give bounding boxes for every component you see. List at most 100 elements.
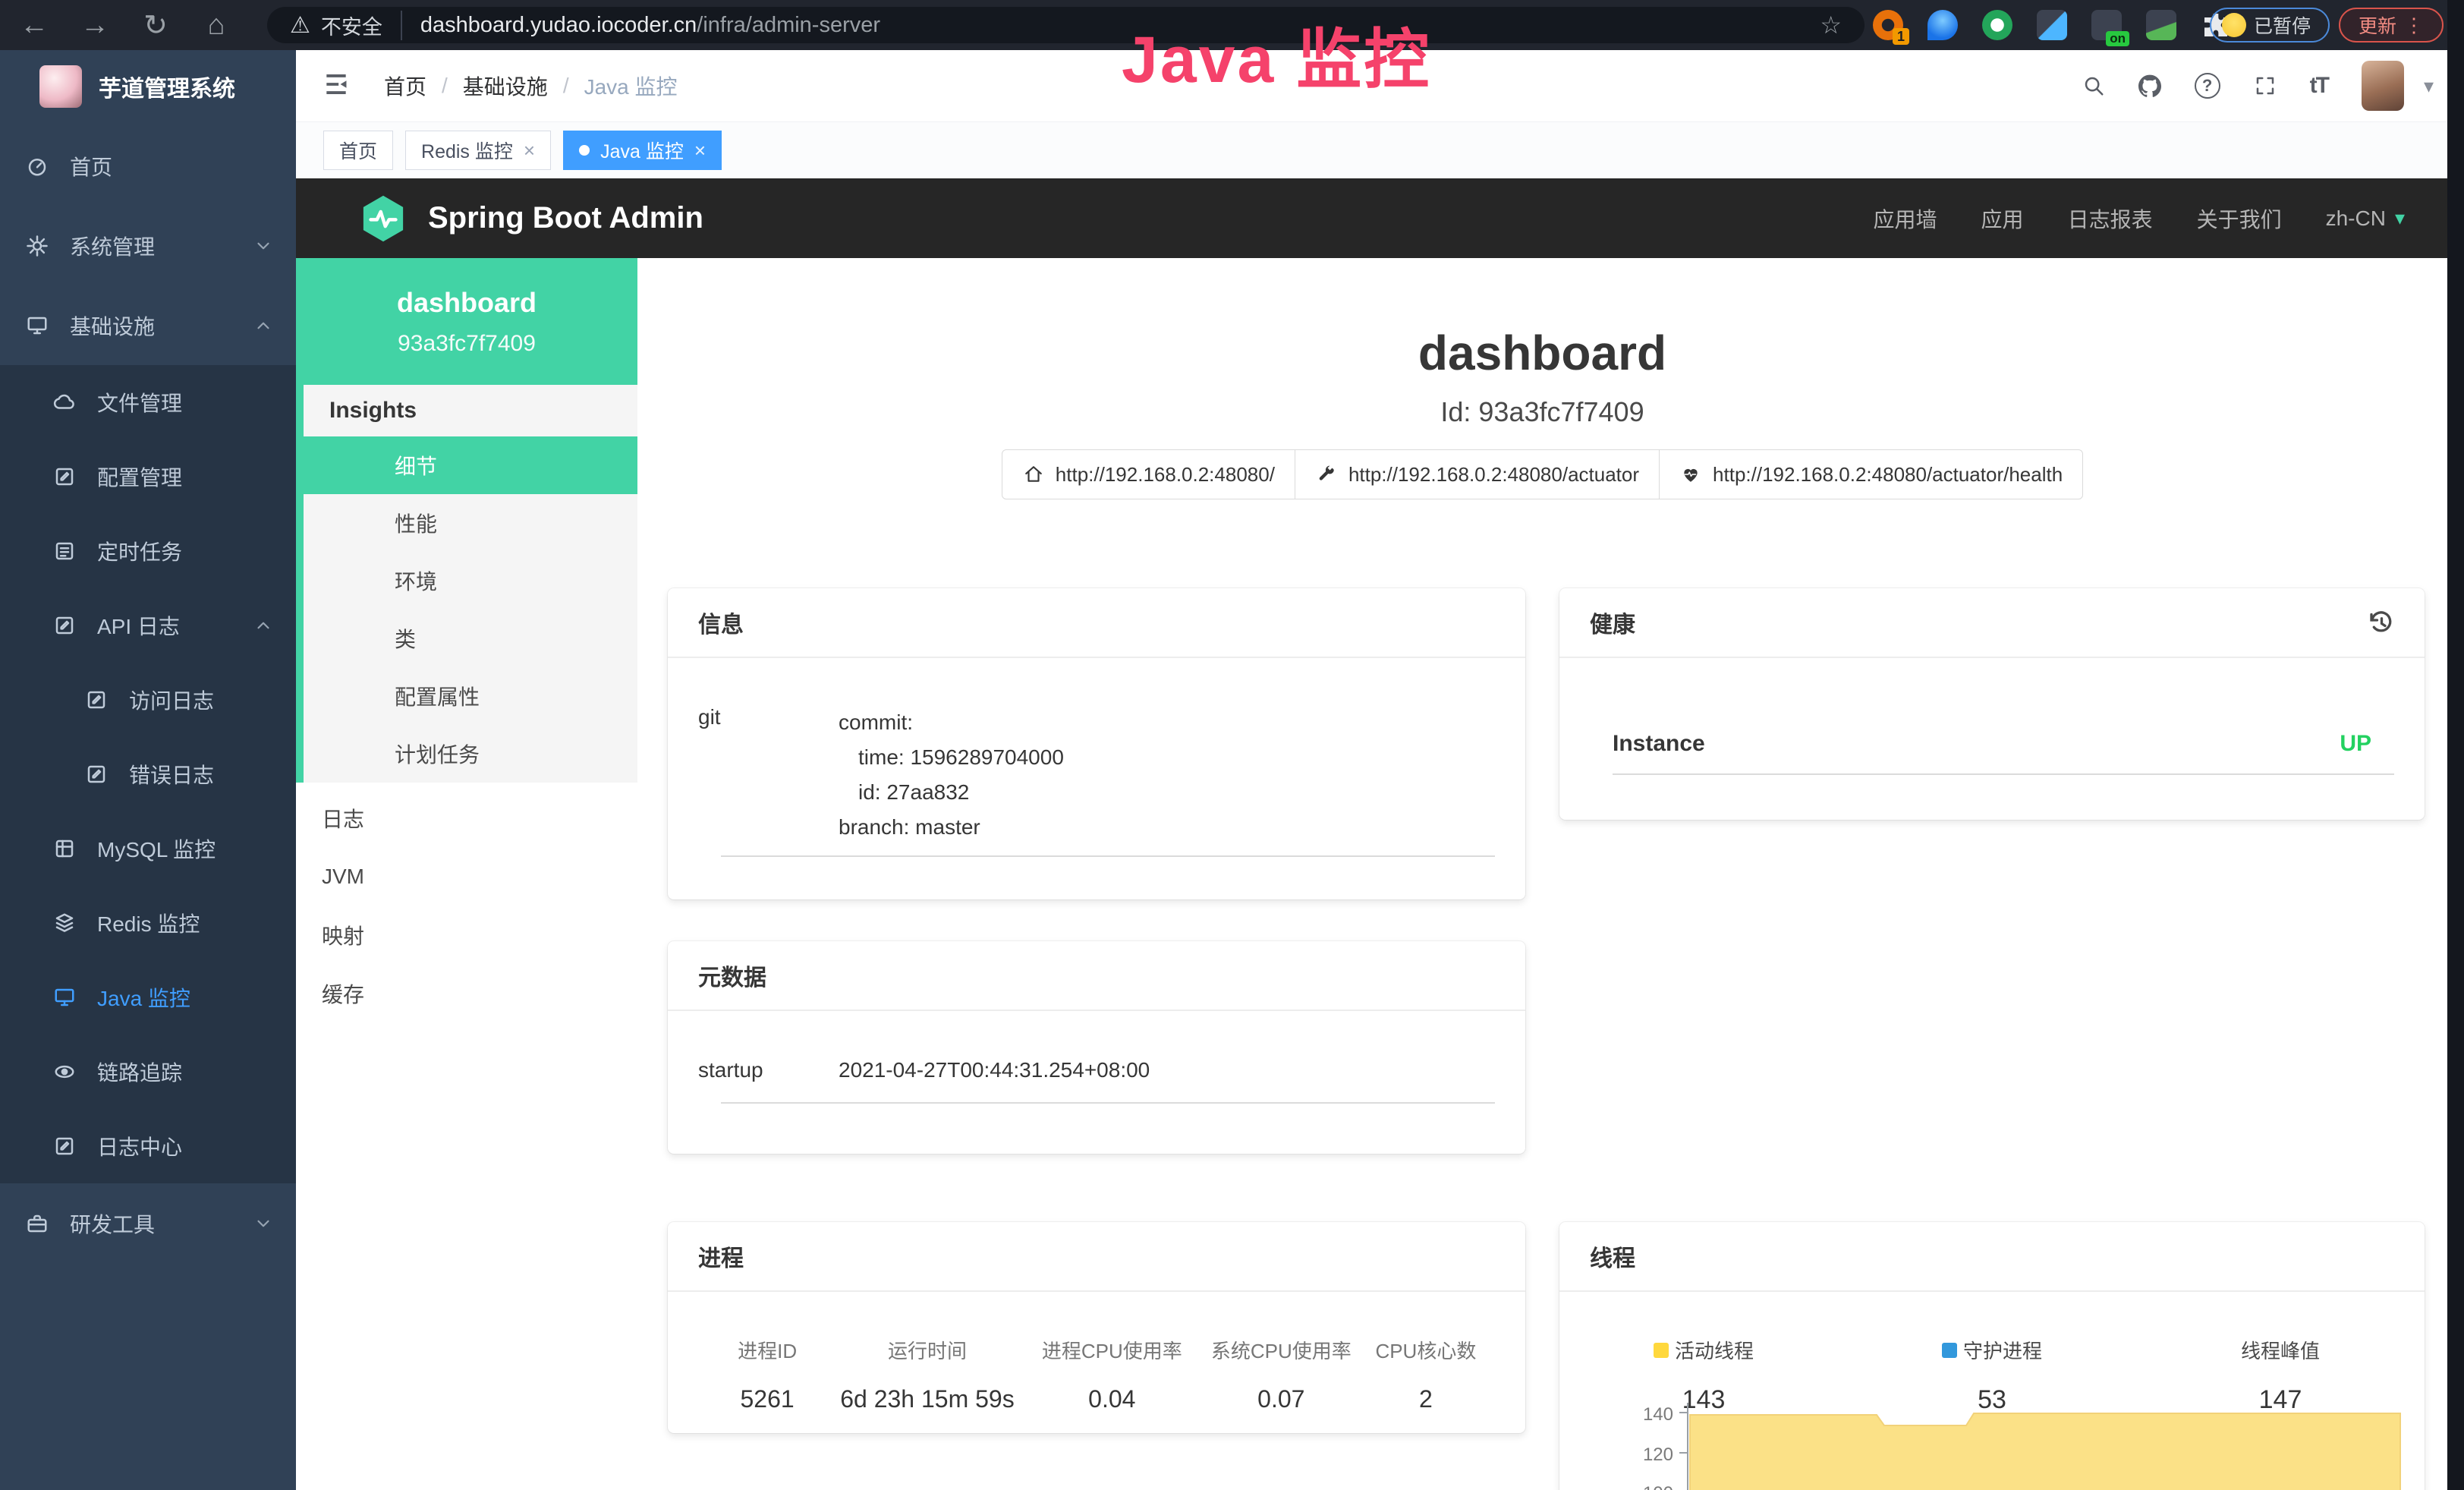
text-size-icon[interactable]: tT — [2310, 73, 2328, 99]
user-avatar[interactable] — [2362, 61, 2404, 111]
gauge-icon — [26, 155, 49, 178]
health-instance-row[interactable]: Instance UP — [1559, 731, 2425, 757]
breadcrumb-infra[interactable]: 基础设施 — [463, 71, 548, 101]
menu-item-classes[interactable]: 类 — [304, 610, 637, 667]
instance-actuator-link[interactable]: http://192.168.0.2:48080/actuator — [1295, 449, 1660, 499]
sidebar-item-redis-monitor[interactable]: Redis 监控 — [0, 886, 296, 960]
app-title: 芋道管理系统 — [99, 70, 235, 103]
row-divider — [721, 855, 1495, 857]
health-card-title: 健康 — [1590, 606, 1635, 639]
breadcrumb-home[interactable]: 首页 — [384, 71, 426, 101]
extension-icon[interactable]: 1 — [1873, 10, 1903, 40]
leaf-extension-icon[interactable] — [2146, 10, 2176, 40]
cpu-cores-value: 2 — [1364, 1385, 1487, 1413]
close-icon[interactable]: × — [694, 139, 706, 162]
sidebar-item-system[interactable]: 系统管理 — [0, 206, 296, 285]
sba-brand-title[interactable]: Spring Boot Admin — [428, 201, 703, 235]
stack-icon — [53, 912, 76, 934]
history-icon[interactable] — [2367, 609, 2394, 636]
java-monitor-annotation: Java 监控 — [1122, 6, 1431, 101]
menu-item-mappings[interactable]: 映射 — [296, 906, 637, 964]
browser-home-icon[interactable]: ⌂ — [190, 0, 243, 50]
instance-home-link[interactable]: http://192.168.0.2:48080/ — [1002, 449, 1295, 499]
menu-item-metrics[interactable]: 性能 — [304, 494, 637, 552]
browser-menu-icon[interactable]: ⋮ — [2404, 14, 2424, 37]
sidebar-item-mysql-monitor[interactable]: MySQL 监控 — [0, 811, 296, 886]
sidebar-item-home[interactable]: 首页 — [0, 126, 296, 206]
help-icon[interactable]: ? — [2195, 73, 2220, 99]
pin-extension-icon[interactable] — [1927, 10, 1958, 40]
health-instance-label: Instance — [1613, 731, 1705, 757]
tab-redis-monitor[interactable]: Redis 监控 × — [405, 131, 551, 170]
monitor-icon — [26, 314, 49, 337]
search-icon[interactable] — [2082, 73, 2105, 99]
sidebar-item-log-center[interactable]: 日志中心 — [0, 1109, 296, 1183]
browser-back-icon[interactable]: ← — [8, 0, 61, 50]
instance-header[interactable]: dashboard 93a3fc7f7409 — [296, 258, 637, 385]
sidebar-item-api-logs[interactable]: API 日志 — [0, 588, 296, 663]
browser-update-button[interactable]: 更新 ⋮ — [2339, 8, 2444, 43]
github-icon[interactable] — [2138, 73, 2161, 99]
tabs-bar: 首页 Redis 监控 × Java 监控 × — [296, 122, 2464, 178]
app-sidebar: 芋道管理系统 首页 系统管理 基础设施 文件管理 配置管理 — [0, 50, 296, 1490]
browser-reload-icon[interactable]: ↻ — [129, 0, 182, 50]
sba-nav-journal[interactable]: 日志报表 — [2068, 203, 2153, 234]
threads-card-title: 线程 — [1590, 1240, 1635, 1273]
user-menu-caret-icon[interactable]: ▾ — [2424, 74, 2434, 98]
menu-item-logs[interactable]: 日志 — [296, 789, 637, 847]
address-bar[interactable]: ⚠ 不安全 dashboard.yudao.iocoder.cn /infra/… — [267, 7, 1865, 43]
sidebar-submenu-infra: 文件管理 配置管理 定时任务 API 日志 访问日志 错误日志 — [0, 365, 296, 1183]
edit-icon — [85, 763, 108, 786]
tab-home[interactable]: 首页 — [323, 131, 393, 170]
sidebar-item-infra[interactable]: 基础设施 — [0, 285, 296, 365]
sidebar-item-config-manage[interactable]: 配置管理 — [0, 439, 296, 514]
sidebar-item-access-logs[interactable]: 访问日志 — [0, 663, 296, 737]
sidebar-item-tracing[interactable]: 链路追踪 — [0, 1035, 296, 1109]
live-threads-area — [1688, 1403, 2402, 1490]
menu-item-caches[interactable]: 缓存 — [296, 964, 637, 1022]
menu-item-environment[interactable]: 环境 — [304, 552, 637, 610]
menu-item-scheduled-tasks[interactable]: 计划任务 — [304, 725, 637, 783]
sidebar-item-scheduled-jobs[interactable]: 定时任务 — [0, 514, 296, 588]
chevron-up-icon — [253, 316, 273, 335]
active-tab-dot — [579, 145, 590, 156]
sba-locale-select[interactable]: zh-CN ▾ — [2326, 206, 2405, 231]
edit-icon — [53, 614, 76, 637]
grid-extension-icon[interactable] — [2037, 10, 2067, 40]
menu-item-jvm[interactable]: JVM — [296, 847, 637, 906]
bookmark-star-icon[interactable]: ☆ — [1820, 11, 1842, 39]
sba-content: dashboard Id: 93a3fc7f7409 http://192.16… — [637, 258, 2464, 1490]
sidebar-item-dev-tools[interactable]: 研发工具 — [0, 1183, 296, 1263]
metadata-card: 元数据 startup 2021-04-27T00:44:31.254+08:0… — [668, 941, 1525, 1154]
sba-nav-wallboard[interactable]: 应用墙 — [1874, 203, 1937, 234]
sidebar-item-java-monitor[interactable]: Java 监控 — [0, 960, 296, 1035]
app-logo-row[interactable]: 芋道管理系统 — [0, 50, 296, 120]
close-icon[interactable]: × — [524, 139, 535, 162]
dark-extension-icon[interactable]: on — [2091, 10, 2122, 40]
update-label: 更新 — [2359, 11, 2396, 39]
sba-nav-applications[interactable]: 应用 — [1981, 203, 2024, 234]
menu-item-details[interactable]: 细节 — [304, 436, 637, 494]
security-label[interactable]: 不安全 — [321, 11, 402, 40]
fullscreen-icon[interactable] — [2254, 73, 2277, 99]
chevron-down-icon — [253, 236, 273, 256]
tab-java-monitor[interactable]: Java 监控 × — [563, 131, 722, 170]
heart-icon — [1679, 465, 1702, 484]
sba-instance-sidebar: dashboard 93a3fc7f7409 Insights 细节 性能 环境… — [296, 258, 637, 1490]
instance-health-link[interactable]: http://192.168.0.2:48080/actuator/health — [1659, 449, 2083, 499]
profile-paused-badge[interactable]: 已暂停 — [2210, 8, 2330, 43]
sidebar-item-error-logs[interactable]: 错误日志 — [0, 737, 296, 811]
sidebar-item-file-manage[interactable]: 文件管理 — [0, 365, 296, 439]
green-extension-icon[interactable] — [1982, 10, 2012, 40]
menu-item-config-props[interactable]: 配置属性 — [304, 667, 637, 725]
paused-label: 已暂停 — [2254, 11, 2311, 39]
sba-nav-about[interactable]: 关于我们 — [2197, 203, 2282, 234]
health-card: 健康 Instance UP — [1559, 588, 2425, 820]
chevron-up-icon — [253, 616, 273, 635]
extension-on-badge: on — [2106, 31, 2129, 46]
startup-row: startup 2021-04-27T00:44:31.254+08:00 — [668, 1058, 1525, 1082]
browser-forward-icon[interactable]: → — [68, 0, 121, 50]
row-divider — [1613, 773, 2394, 775]
wrench-icon — [1315, 465, 1338, 484]
sidebar-collapse-icon[interactable] — [322, 70, 351, 102]
